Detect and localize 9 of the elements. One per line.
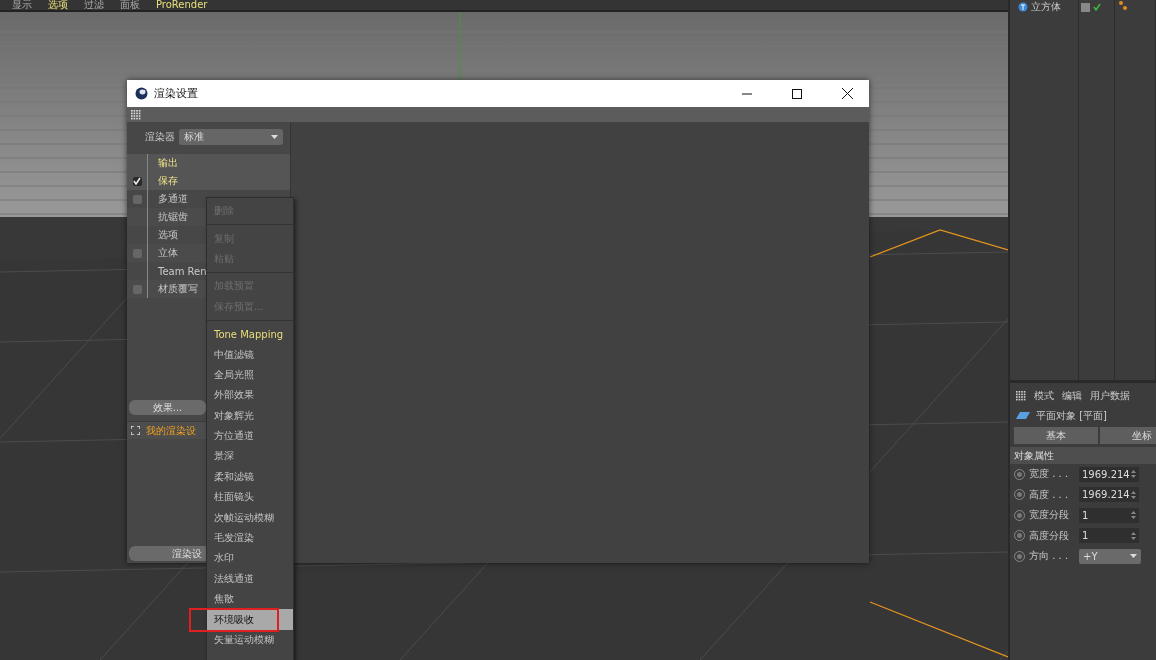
section-header: 对象属性 [1010,447,1156,464]
field-label: 宽度 . . . [1029,467,1070,482]
field-label: 方向 . . . [1029,549,1070,564]
renderer-label: 渲染器 [145,130,175,144]
window-title: 渲染设置 [154,86,199,101]
field-label: 高度 . . . [1029,487,1070,502]
object-title: 平面对象 [平面] [1036,409,1107,423]
field-label: 高度分段 [1029,528,1070,543]
field-label: 宽度分段 [1029,508,1070,523]
